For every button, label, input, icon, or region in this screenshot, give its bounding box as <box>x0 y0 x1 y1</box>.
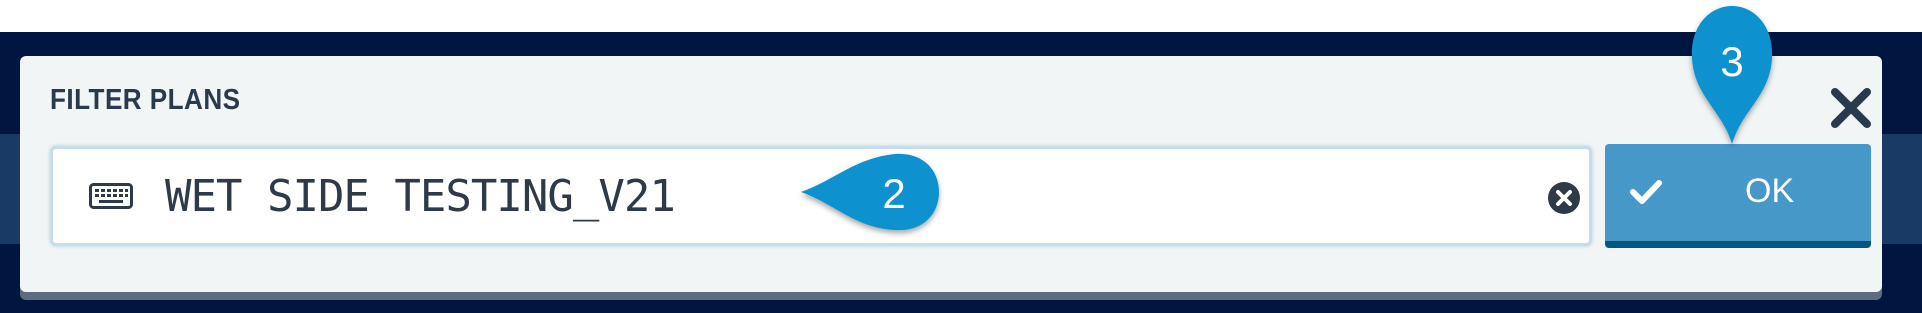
clear-input-button[interactable] <box>1547 181 1581 215</box>
ok-button-label: OK <box>1745 172 1795 210</box>
keyboard-icon <box>89 183 133 209</box>
dialog-title: FILTER PLANS <box>50 84 241 116</box>
ok-button[interactable]: OK <box>1605 144 1871 248</box>
check-icon <box>1630 180 1662 204</box>
close-icon <box>1831 88 1871 128</box>
step-2-label: 2 <box>882 170 906 217</box>
close-button[interactable] <box>1829 86 1873 130</box>
clear-circle-icon <box>1548 182 1580 214</box>
step-3-label: 3 <box>1720 38 1744 85</box>
filter-plans-dialog: FILTER PLANS WET SIDE TESTING_V21 OK <box>20 56 1882 292</box>
